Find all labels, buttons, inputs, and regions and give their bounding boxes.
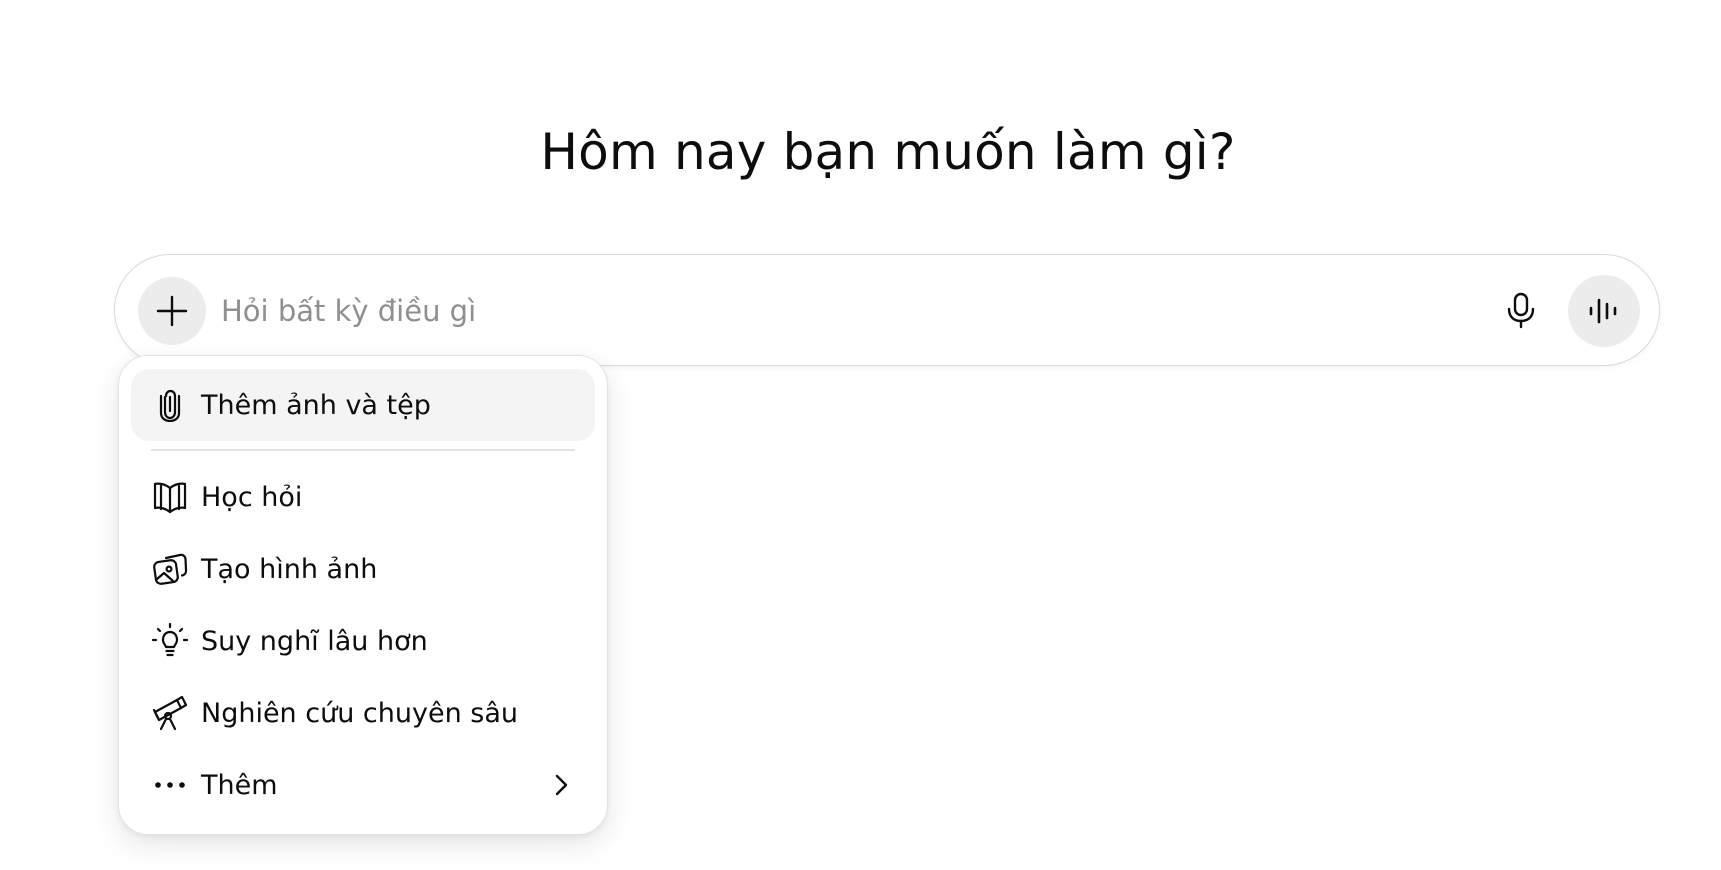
open-book-icon <box>151 478 189 516</box>
lightbulb-icon <box>151 622 189 660</box>
chevron-right-icon <box>547 771 575 799</box>
page: Hôm nay bạn muốn làm gì? Hỏi bất kỳ điều… <box>0 0 1721 870</box>
microphone-icon <box>1505 292 1537 330</box>
telescope-icon <box>151 694 189 732</box>
menu-item-study[interactable]: Học hỏi <box>131 461 595 533</box>
menu-item-label: Học hỏi <box>201 481 303 513</box>
page-title: Hôm nay bạn muốn làm gì? <box>540 123 1236 181</box>
menu-item-label: Suy nghĩ lâu hơn <box>201 625 428 657</box>
menu-item-think-longer[interactable]: Suy nghĩ lâu hơn <box>131 605 595 677</box>
menu-item-deep-research[interactable]: Nghiên cứu chuyên sâu <box>131 677 595 749</box>
menu-item-label: Thêm <box>201 769 278 801</box>
menu-divider <box>151 449 575 451</box>
voice-mode-button[interactable] <box>1568 275 1640 347</box>
composer-tools-menu: Thêm ảnh và tệp Học hỏi Tạo hình ảnh Suy… <box>118 355 608 835</box>
menu-item-create-image[interactable]: Tạo hình ảnh <box>131 533 595 605</box>
dictate-button[interactable] <box>1493 283 1549 339</box>
image-icon <box>151 550 189 588</box>
menu-item-more[interactable]: Thêm <box>131 749 595 821</box>
prompt-input[interactable] <box>221 283 1421 339</box>
menu-item-label: Nghiên cứu chuyên sâu <box>201 697 518 729</box>
menu-item-add-photos-files[interactable]: Thêm ảnh và tệp <box>131 369 595 441</box>
more-dots-icon <box>151 766 189 804</box>
add-attachment-button[interactable] <box>138 277 206 345</box>
voice-waveform-icon <box>1587 296 1621 326</box>
menu-item-label: Thêm ảnh và tệp <box>201 389 431 421</box>
paperclip-icon <box>151 386 189 424</box>
prompt-composer <box>114 254 1660 366</box>
menu-item-label: Tạo hình ảnh <box>201 553 378 585</box>
plus-icon <box>155 294 189 328</box>
